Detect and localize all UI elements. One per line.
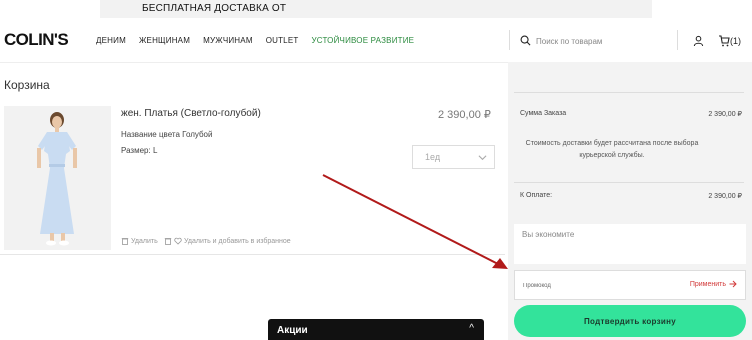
delete-button[interactable]: Удалить <box>121 237 158 245</box>
promotions-label: Акции <box>277 325 308 336</box>
promo-code-input[interactable] <box>523 279 663 293</box>
order-summary: Сумма Заказа 2 390,00 ₽ Стоимость достав… <box>508 62 752 340</box>
nav-item-sustainability[interactable]: УСТОЙЧИВОЕ РАЗВИТИЕ <box>311 36 414 45</box>
order-total-value: 2 390,00 ₽ <box>708 111 742 118</box>
user-icon[interactable] <box>693 35 704 47</box>
arrow-right-icon <box>729 280 737 288</box>
heart-icon <box>174 237 182 245</box>
search-input[interactable] <box>536 34 666 48</box>
promo-code-box: Применить <box>514 270 746 300</box>
promo-strip-text[interactable]: БЕСПЛАТНАЯ ДОСТАВКА ОТ <box>142 3 286 14</box>
nav-item-women[interactable]: ЖЕНЩИНАМ <box>139 36 190 45</box>
delete-label: Удалить <box>131 237 158 245</box>
to-pay-label: К Оплате: <box>520 192 553 199</box>
order-total-label: Сумма Заказа <box>520 110 567 117</box>
delivery-note: Стоимость доставки будет рассчитана посл… <box>525 140 699 159</box>
savings-label: Вы экономите <box>522 230 575 239</box>
summary-divider <box>514 182 744 183</box>
nav-item-men[interactable]: МУЖЧИНАМ <box>203 36 253 45</box>
product-color: Название цвета Голубой <box>121 130 213 139</box>
savings-box: Вы экономите <box>514 224 746 264</box>
logo[interactable]: COLIN'S <box>4 30 69 50</box>
apply-label: Применить <box>689 280 726 288</box>
page-title: Корзина <box>4 78 50 92</box>
trash-icon <box>121 238 129 245</box>
header-divider <box>509 30 510 50</box>
product-size: Размер: L <box>121 146 158 155</box>
summary-divider <box>514 92 744 93</box>
to-pay-value: 2 390,00 ₽ <box>708 193 742 200</box>
cart-icon[interactable] <box>718 35 730 47</box>
search-icon[interactable] <box>520 35 531 46</box>
product-separator <box>0 254 505 255</box>
move-to-wishlist-button[interactable]: Удалить и добавить в избранное <box>164 237 291 245</box>
product-image[interactable] <box>4 106 111 250</box>
chevron-up-icon: ^ <box>469 323 474 334</box>
wishlist-label: Удалить и добавить в избранное <box>184 237 291 245</box>
nav-item-outlet[interactable]: OUTLET <box>266 36 299 45</box>
cart-count[interactable]: (1) <box>730 36 741 46</box>
header-divider <box>677 30 678 50</box>
main-nav: ДЕНИМ ЖЕНЩИНАМ МУЖЧИНАМ OUTLET УСТОЙЧИВО… <box>96 36 427 45</box>
quantity-select[interactable]: 1ед <box>412 145 495 169</box>
quantity-value: 1ед <box>425 152 441 162</box>
confirm-cart-button[interactable]: Подтвердить корзину <box>514 305 746 337</box>
chevron-down-icon <box>478 155 487 161</box>
trash-icon <box>164 238 172 245</box>
promotions-bar[interactable]: Акции ^ <box>268 319 484 340</box>
nav-item-denim[interactable]: ДЕНИМ <box>96 36 126 45</box>
apply-promo-button[interactable]: Применить <box>690 280 737 288</box>
product-price: 2 390,00 ₽ <box>438 109 491 121</box>
product-name[interactable]: жен. Платья (Светло-голубой) <box>121 108 261 119</box>
